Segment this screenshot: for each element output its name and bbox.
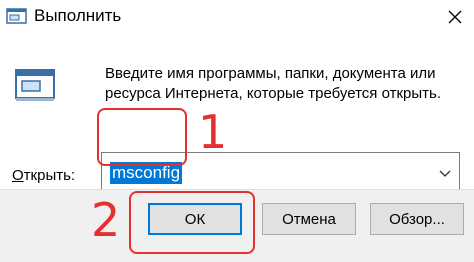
open-label-accesskey: О — [12, 167, 24, 184]
title-bar: Выполнить — [0, 0, 474, 36]
chevron-down-icon[interactable] — [439, 167, 451, 179]
run-dialog-icon — [15, 69, 55, 101]
open-label-text: ткрыть: — [23, 167, 76, 184]
close-button[interactable] — [436, 0, 474, 34]
annotation-step-1: 1 — [198, 105, 228, 159]
annotation-box-ok — [129, 191, 255, 254]
window-title: Выполнить — [34, 6, 122, 25]
close-icon — [448, 10, 462, 24]
browse-button[interactable]: Обзор... — [370, 203, 464, 235]
dialog-description: Введите имя программы, папки, документа … — [105, 65, 441, 102]
cancel-button[interactable]: Отмена — [262, 203, 356, 235]
annotation-step-2: 2 — [91, 193, 121, 247]
open-label: Открыть: — [12, 167, 75, 184]
annotation-box-input — [97, 108, 187, 166]
run-icon — [6, 8, 27, 24]
